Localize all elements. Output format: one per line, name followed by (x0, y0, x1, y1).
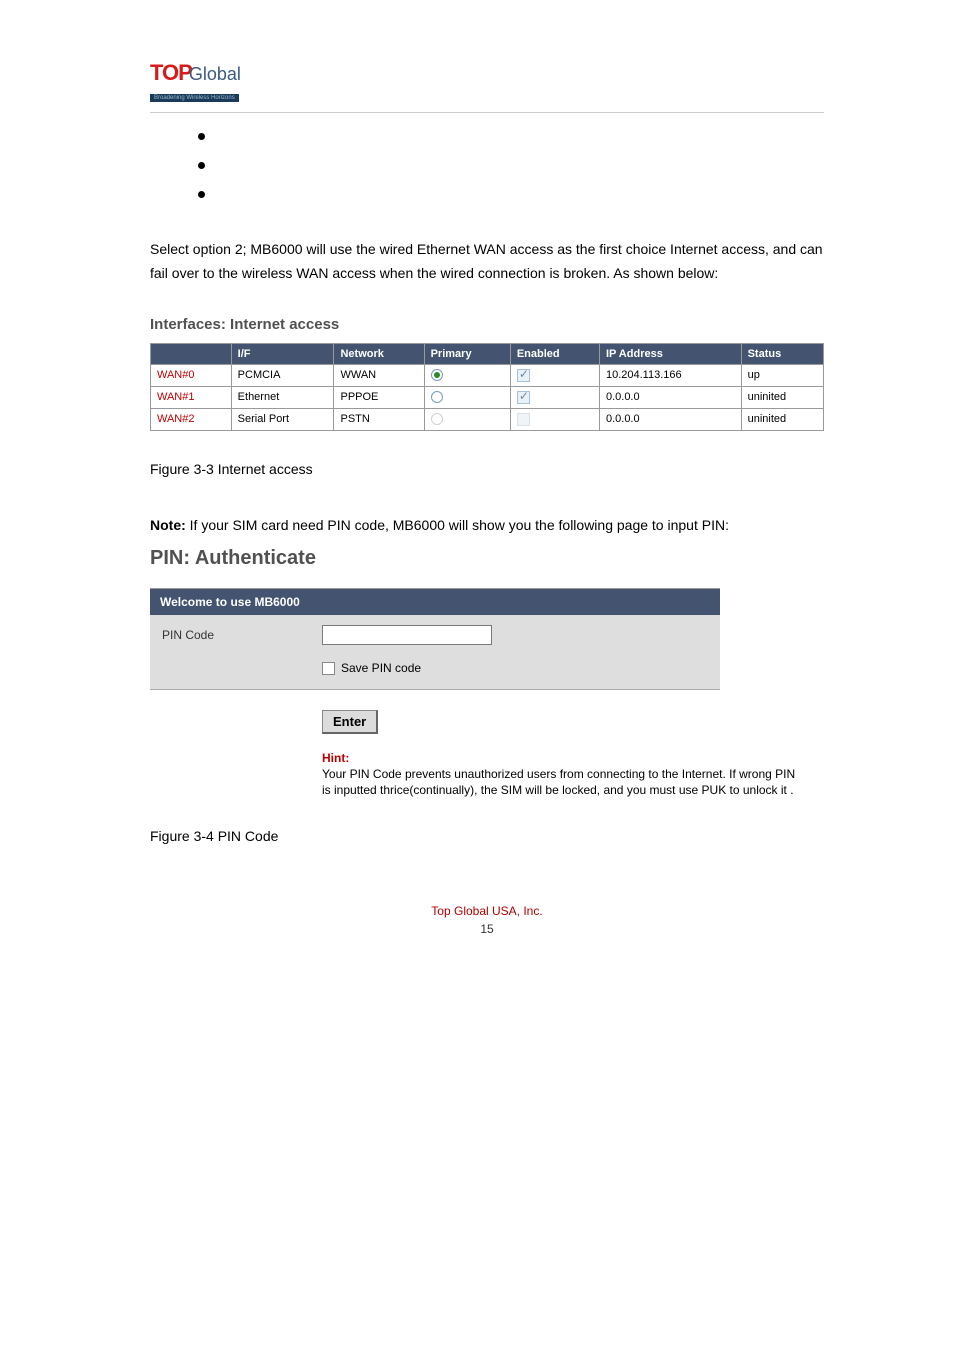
cell-if: PCMCIA (231, 364, 334, 386)
hint-text: Your PIN Code prevents unauthorized user… (322, 767, 795, 797)
radio-icon[interactable] (431, 391, 443, 403)
cell-status: uninited (741, 386, 823, 408)
figure-2-caption: Figure 3-4 PIN Code (150, 828, 824, 844)
cell-network: PSTN (334, 408, 424, 430)
logo-blue: Global (189, 64, 241, 84)
figure-1: Interfaces: Internet access I/F Network … (150, 316, 824, 431)
enter-button[interactable]: Enter (322, 710, 378, 734)
logo: TOPGlobal Broadening Wireless Horizons (150, 60, 824, 104)
cell-enabled (510, 364, 599, 386)
figure-1-caption: Figure 3-3 Internet access (150, 461, 824, 477)
bullet-list (198, 133, 824, 198)
cell-ip: 0.0.0.0 (599, 408, 741, 430)
figure-1-heading: Interfaces: Internet access (150, 316, 824, 333)
bullet-icon (198, 191, 205, 198)
save-pin-label: Save PIN code (341, 661, 421, 675)
check-icon[interactable] (517, 369, 530, 382)
cell-primary (424, 386, 510, 408)
cell-network: WWAN (334, 364, 424, 386)
th-ip: IP Address (599, 343, 741, 364)
pin-table: Welcome to use MB6000 PIN Code Save PIN … (150, 588, 720, 689)
note-text: If your SIM card need PIN code, MB6000 w… (186, 517, 729, 533)
table-row: WAN#0 PCMCIA WWAN 10.204.113.166 up (151, 364, 824, 386)
cell-primary (424, 408, 510, 430)
figure-2: PIN: Authenticate Welcome to use MB6000 … (150, 547, 824, 799)
pin-code-label: PIN Code (150, 615, 310, 655)
note-paragraph: Note: If your SIM card need PIN code, MB… (150, 517, 824, 533)
header-divider (150, 112, 824, 113)
cell-primary (424, 364, 510, 386)
pin-welcome-header: Welcome to use MB6000 (150, 588, 720, 615)
cell-enabled (510, 408, 599, 430)
cell-ip: 0.0.0.0 (599, 386, 741, 408)
th-blank (151, 343, 232, 364)
table-header-row: I/F Network Primary Enabled IP Address S… (151, 343, 824, 364)
wan-link[interactable]: WAN#0 (151, 364, 232, 386)
radio-icon[interactable] (431, 369, 443, 381)
table-row: WAN#2 Serial Port PSTN 0.0.0.0 uninited (151, 408, 824, 430)
divider (150, 689, 720, 690)
hint-block: Hint: Your PIN Code prevents unauthorize… (322, 750, 802, 799)
hint-label: Hint: (322, 751, 349, 765)
cell-status: uninited (741, 408, 823, 430)
cell-if: Serial Port (231, 408, 334, 430)
interfaces-table: I/F Network Primary Enabled IP Address S… (150, 343, 824, 431)
check-icon[interactable] (517, 391, 530, 404)
wan-link[interactable]: WAN#2 (151, 408, 232, 430)
note-label: Note: (150, 517, 186, 533)
radio-icon (431, 413, 443, 425)
pin-input-cell (310, 615, 720, 655)
pin-code-input[interactable] (322, 625, 492, 645)
th-status: Status (741, 343, 823, 364)
logo-tagline: Broadening Wireless Horizons (150, 94, 239, 102)
page-footer: Top Global USA, Inc. 15 (150, 904, 824, 936)
footer-company: Top Global USA, Inc. (150, 904, 824, 918)
pin-row: PIN Code (150, 615, 720, 655)
th-network: Network (334, 343, 424, 364)
check-icon (517, 413, 530, 426)
logo-red: TOP (150, 60, 192, 85)
th-primary: Primary (424, 343, 510, 364)
cell-enabled (510, 386, 599, 408)
th-enabled: Enabled (510, 343, 599, 364)
wan-link[interactable]: WAN#1 (151, 386, 232, 408)
cell-network: PPPOE (334, 386, 424, 408)
save-row: Save PIN code (150, 655, 720, 689)
table-row: WAN#1 Ethernet PPPOE 0.0.0.0 uninited (151, 386, 824, 408)
figure-2-heading: PIN: Authenticate (150, 547, 824, 570)
bullet-icon (198, 133, 205, 140)
cell-if: Ethernet (231, 386, 334, 408)
cell-ip: 10.204.113.166 (599, 364, 741, 386)
bullet-icon (198, 162, 205, 169)
save-pin-checkbox[interactable] (322, 662, 335, 675)
paragraph-1: Select option 2; MB6000 will use the wir… (150, 238, 824, 286)
cell-status: up (741, 364, 823, 386)
th-if: I/F (231, 343, 334, 364)
footer-page-number: 15 (150, 922, 824, 936)
